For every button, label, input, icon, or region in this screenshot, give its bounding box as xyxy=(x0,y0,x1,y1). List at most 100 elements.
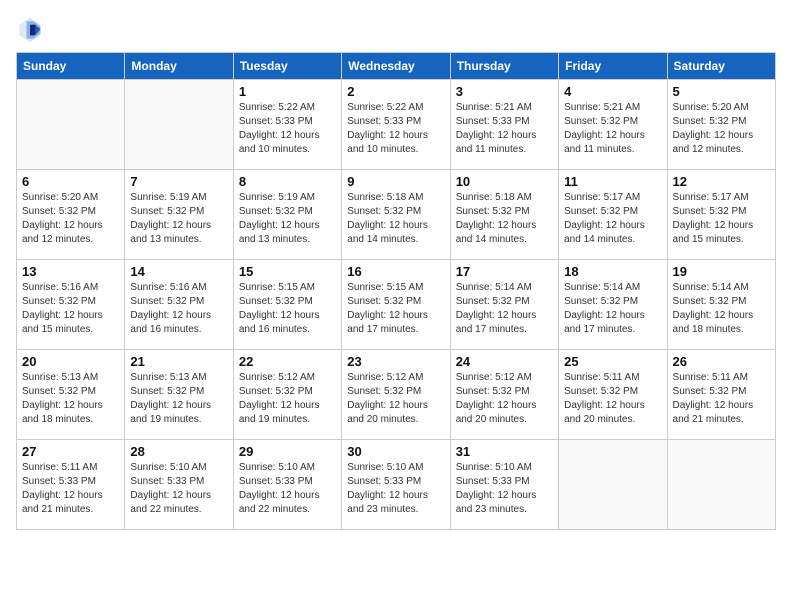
sun-info: Sunrise: 5:11 AM xyxy=(564,371,661,385)
daylight-hours: Daylight: 12 hours xyxy=(130,399,227,413)
sun-info: Sunrise: 5:11 AM xyxy=(673,371,770,385)
sun-info: Sunset: 5:32 PM xyxy=(456,385,553,399)
sun-info: Sunrise: 5:22 AM xyxy=(239,101,336,115)
calendar-cell xyxy=(667,440,775,530)
daylight-hours: Daylight: 12 hours xyxy=(130,489,227,503)
calendar-cell: 8Sunrise: 5:19 AMSunset: 5:32 PMDaylight… xyxy=(233,170,341,260)
sun-info: Sunrise: 5:14 AM xyxy=(564,281,661,295)
daylight-hours: Daylight: 12 hours xyxy=(456,489,553,503)
day-header-saturday: Saturday xyxy=(667,53,775,80)
daylight-hours: Daylight: 12 hours xyxy=(347,129,444,143)
daylight-hours: Daylight: 12 hours xyxy=(22,219,119,233)
daylight-hours: Daylight: 12 hours xyxy=(673,219,770,233)
day-number: 12 xyxy=(673,174,770,189)
daylight-minutes: and 15 minutes. xyxy=(673,233,770,247)
daylight-hours: Daylight: 12 hours xyxy=(239,399,336,413)
calendar-cell: 25Sunrise: 5:11 AMSunset: 5:32 PMDayligh… xyxy=(559,350,667,440)
day-number: 29 xyxy=(239,444,336,459)
daylight-hours: Daylight: 12 hours xyxy=(456,399,553,413)
day-header-friday: Friday xyxy=(559,53,667,80)
calendar-cell: 4Sunrise: 5:21 AMSunset: 5:32 PMDaylight… xyxy=(559,80,667,170)
sun-info: Sunrise: 5:14 AM xyxy=(673,281,770,295)
sun-info: Sunrise: 5:18 AM xyxy=(456,191,553,205)
calendar-cell: 13Sunrise: 5:16 AMSunset: 5:32 PMDayligh… xyxy=(17,260,125,350)
sun-info: Sunrise: 5:16 AM xyxy=(22,281,119,295)
calendar-cell: 12 Sunrise: 5:17 AMSunset: 5:32 PMDayligh… xyxy=(667,170,775,260)
sun-info: Sunrise: 5:16 AM xyxy=(130,281,227,295)
sun-info: Sunset: 5:32 PM xyxy=(456,295,553,309)
day-number: 17 xyxy=(456,264,553,279)
day-number: 6 xyxy=(22,174,119,189)
calendar-table: SundayMondayTuesdayWednesdayThursdayFrid… xyxy=(16,52,776,530)
week-row-0: 1Sunrise: 5:22 AMSunset: 5:33 PMDaylight… xyxy=(17,80,776,170)
day-number: 9 xyxy=(347,174,444,189)
calendar-cell: 1Sunrise: 5:22 AMSunset: 5:33 PMDaylight… xyxy=(233,80,341,170)
daylight-minutes: and 11 minutes. xyxy=(564,143,661,157)
logo xyxy=(16,16,48,44)
sun-info: Sunset: 5:32 PM xyxy=(22,385,119,399)
day-number: 30 xyxy=(347,444,444,459)
daylight-minutes: and 18 minutes. xyxy=(673,323,770,337)
daylight-hours: Daylight: 12 hours xyxy=(456,309,553,323)
sun-info: Sunset: 5:32 PM xyxy=(130,385,227,399)
day-number: 31 xyxy=(456,444,553,459)
calendar-cell: 31Sunrise: 5:10 AMSunset: 5:33 PMDayligh… xyxy=(450,440,558,530)
sun-info: Sunset: 5:32 PM xyxy=(673,295,770,309)
sun-info: Sunset: 5:33 PM xyxy=(22,475,119,489)
daylight-minutes: and 21 minutes. xyxy=(22,503,119,517)
sun-info: Sunrise: 5:15 AM xyxy=(347,281,444,295)
day-number: 16 xyxy=(347,264,444,279)
daylight-hours: Daylight: 12 hours xyxy=(347,219,444,233)
day-number: 22 xyxy=(239,354,336,369)
calendar-cell: 17Sunrise: 5:14 AMSunset: 5:32 PMDayligh… xyxy=(450,260,558,350)
calendar-cell: 27Sunrise: 5:11 AMSunset: 5:33 PMDayligh… xyxy=(17,440,125,530)
calendar-cell: 7Sunrise: 5:19 AMSunset: 5:32 PMDaylight… xyxy=(125,170,233,260)
daylight-minutes: and 18 minutes. xyxy=(22,413,119,427)
day-number: 8 xyxy=(239,174,336,189)
day-number: 18 xyxy=(564,264,661,279)
sun-info: Sunset: 5:32 PM xyxy=(564,205,661,219)
day-number: 4 xyxy=(564,84,661,99)
calendar-cell: 24Sunrise: 5:12 AMSunset: 5:32 PMDayligh… xyxy=(450,350,558,440)
calendar-cell: 19Sunrise: 5:14 AMSunset: 5:32 PMDayligh… xyxy=(667,260,775,350)
calendar-cell: 30Sunrise: 5:10 AMSunset: 5:33 PMDayligh… xyxy=(342,440,450,530)
sun-info: Sunset: 5:33 PM xyxy=(130,475,227,489)
daylight-minutes: and 23 minutes. xyxy=(347,503,444,517)
sun-info: Sunrise: 5:10 AM xyxy=(347,461,444,475)
logo-icon xyxy=(16,16,44,44)
calendar-cell: 20Sunrise: 5:13 AMSunset: 5:32 PMDayligh… xyxy=(17,350,125,440)
calendar-cell: 10Sunrise: 5:18 AMSunset: 5:32 PMDayligh… xyxy=(450,170,558,260)
sun-info: Sunrise: 5:22 AM xyxy=(347,101,444,115)
day-number: 1 xyxy=(239,84,336,99)
header xyxy=(16,16,776,44)
calendar-cell: 3Sunrise: 5:21 AMSunset: 5:33 PMDaylight… xyxy=(450,80,558,170)
sun-info: Sunrise: 5:15 AM xyxy=(239,281,336,295)
calendar-cell: 28Sunrise: 5:10 AMSunset: 5:33 PMDayligh… xyxy=(125,440,233,530)
calendar-cell xyxy=(559,440,667,530)
calendar-cell xyxy=(125,80,233,170)
daylight-minutes: and 13 minutes. xyxy=(130,233,227,247)
daylight-hours: Daylight: 12 hours xyxy=(564,399,661,413)
sun-info: Sunset: 5:33 PM xyxy=(347,475,444,489)
sun-info: Sunset: 5:32 PM xyxy=(564,115,661,129)
daylight-minutes: and 15 minutes. xyxy=(22,323,119,337)
sun-info: Sunrise: 5:17 AM xyxy=(673,191,770,205)
sun-info: Sunset: 5:32 PM xyxy=(22,295,119,309)
sun-info: Sunrise: 5:12 AM xyxy=(239,371,336,385)
daylight-minutes: and 12 minutes. xyxy=(22,233,119,247)
sun-info: Sunrise: 5:20 AM xyxy=(22,191,119,205)
daylight-hours: Daylight: 12 hours xyxy=(673,399,770,413)
sun-info: Sunset: 5:32 PM xyxy=(673,205,770,219)
daylight-minutes: and 17 minutes. xyxy=(456,323,553,337)
sun-info: Sunset: 5:32 PM xyxy=(564,295,661,309)
day-number: 11 xyxy=(564,174,661,189)
day-number: 13 xyxy=(22,264,119,279)
calendar-cell: 22Sunrise: 5:12 AMSunset: 5:32 PMDayligh… xyxy=(233,350,341,440)
daylight-minutes: and 20 minutes. xyxy=(347,413,444,427)
sun-info: Sunset: 5:32 PM xyxy=(673,115,770,129)
daylight-minutes: and 16 minutes. xyxy=(130,323,227,337)
daylight-minutes: and 20 minutes. xyxy=(456,413,553,427)
daylight-hours: Daylight: 12 hours xyxy=(456,219,553,233)
daylight-hours: Daylight: 12 hours xyxy=(130,219,227,233)
sun-info: Sunset: 5:32 PM xyxy=(564,385,661,399)
